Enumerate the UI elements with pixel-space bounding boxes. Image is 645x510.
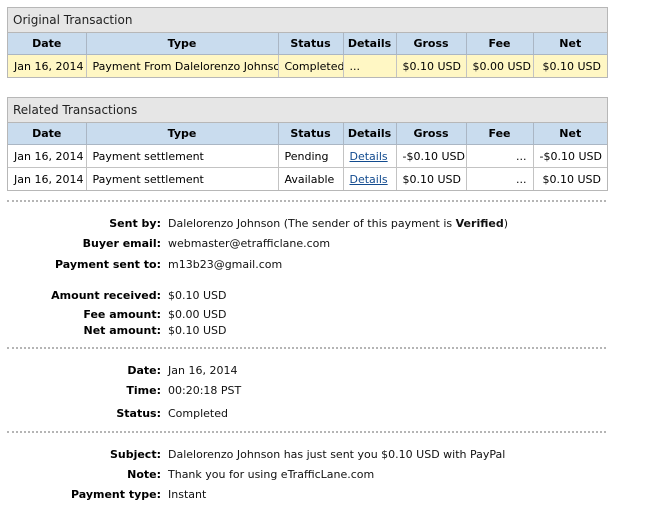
dotted-divider [7, 431, 606, 433]
cell-net: $0.10 USD [533, 54, 607, 77]
cell-date: Jan 16, 2014 [8, 54, 87, 77]
table-row: Jan 16, 2014 Payment settlement Availabl… [8, 167, 607, 190]
col-header-date: Date [8, 33, 87, 55]
table-row: Jan 16, 2014 Payment settlement Pending … [8, 144, 607, 168]
payment-sent-to-value: m13b23@gmail.com [168, 258, 283, 271]
verified-status: Verified [455, 217, 504, 230]
cell-type: Payment From Dalelorenzo Johnson [86, 54, 279, 77]
status-label: Status: [116, 407, 161, 420]
cell-fee: ... [466, 167, 534, 190]
fee-amount-label: Fee amount: [83, 308, 161, 321]
subject-label: Subject: [109, 448, 161, 461]
sender-note-suffix: ) [503, 217, 508, 230]
details-link[interactable]: Details [350, 173, 388, 186]
col-header-details: Details [343, 123, 397, 145]
cell-fee: ... [466, 144, 534, 168]
col-header-gross: Gross [396, 123, 467, 145]
related-transactions-title: Related Transactions [8, 98, 607, 123]
original-transaction-table: Date Type Status Details Gross Fee Net J… [8, 33, 607, 77]
payment-sent-to-row: Payment sent to: m13b23@gmail.com [0, 257, 645, 273]
fee-amount-row: Fee amount: $0.00 USD [0, 307, 645, 323]
related-transactions-table: Date Type Status Details Gross Fee Net J… [8, 123, 607, 190]
net-amount-label: Net amount: [83, 324, 161, 337]
time-label: Time: [126, 384, 161, 397]
payment-sent-to-label: Payment sent to: [54, 258, 161, 271]
original-transaction-title: Original Transaction [8, 8, 607, 33]
net-amount-row: Net amount: $0.10 USD [0, 323, 645, 339]
col-header-net: Net [533, 33, 607, 55]
cell-net: $0.10 USD [542, 172, 602, 186]
table-header-row: Date Type Status Details Gross Fee Net [8, 123, 607, 145]
note-row: Note: Thank you for using eTrafficLane.c… [0, 467, 645, 483]
sent-by-value: Dalelorenzo Johnson (The sender of this … [168, 216, 508, 232]
col-header-net: Net [533, 123, 607, 145]
note-label: Note: [127, 468, 161, 481]
amount-received-row: Amount received: $0.10 USD [0, 288, 645, 304]
buyer-email-value: webmaster@etrafficlane.com [168, 237, 331, 250]
col-header-date: Date [8, 123, 87, 145]
cell-type: Payment settlement [86, 144, 279, 168]
col-header-fee: Fee [466, 33, 534, 55]
cell-details: ... [343, 54, 397, 77]
date-label: Date: [127, 364, 161, 377]
col-header-details: Details [343, 33, 397, 55]
col-header-status: Status [278, 33, 344, 55]
sender-name: Dalelorenzo Johnson [168, 217, 281, 230]
cell-net: -$0.10 USD [533, 144, 607, 168]
amount-received-label: Amount received: [51, 289, 161, 302]
col-header-type: Type [86, 123, 279, 145]
payment-type-label: Payment type: [70, 488, 161, 501]
dotted-divider [7, 347, 606, 349]
time-value: 00:20:18 PST [168, 384, 242, 397]
cell-status: Completed [278, 54, 344, 77]
table-row: Jan 16, 2014 Payment From Dalelorenzo Jo… [8, 54, 607, 77]
buyer-email-label: Buyer email: [82, 237, 161, 250]
col-header-gross: Gross [396, 33, 467, 55]
cell-type: Payment settlement [86, 167, 279, 190]
sent-by-row: Sent by: Dalelorenzo Johnson (The sender… [0, 216, 645, 232]
status-value: Completed [168, 407, 228, 420]
note-value: Thank you for using eTrafficLane.com [168, 468, 375, 481]
dotted-divider [7, 200, 606, 202]
cell-gross: $0.10 USD [396, 54, 467, 77]
subject-value: Dalelorenzo Johnson has just sent you $0… [168, 448, 506, 461]
status-row: Status: Completed [0, 406, 645, 422]
cell-status: Available [278, 167, 344, 190]
cell-date: Jan 16, 2014 [8, 167, 87, 190]
related-transactions-panel: Related Transactions Date Type Status De… [7, 97, 608, 191]
fee-amount-value: $0.00 USD [168, 308, 227, 321]
col-header-fee: Fee [466, 123, 534, 145]
sender-note-prefix: (The sender of this payment is [280, 217, 456, 230]
cell-fee: $0.00 USD [466, 54, 534, 77]
time-row: Time: 00:20:18 PST [0, 383, 645, 399]
details-link[interactable]: Details [350, 150, 388, 163]
amount-received-value: $0.10 USD [168, 289, 227, 302]
cell-date: Jan 16, 2014 [8, 144, 87, 168]
col-header-status: Status [278, 123, 344, 145]
payment-type-row: Payment type: Instant [0, 487, 645, 503]
subject-row: Subject: Dalelorenzo Johnson has just se… [0, 447, 645, 463]
sent-by-label: Sent by: [109, 217, 161, 230]
payment-type-value: Instant [168, 488, 207, 501]
date-value: Jan 16, 2014 [168, 364, 238, 377]
buyer-email-row: Buyer email: webmaster@etrafficlane.com [0, 236, 645, 252]
col-header-type: Type [86, 33, 279, 55]
table-header-row: Date Type Status Details Gross Fee Net [8, 33, 607, 55]
cell-gross: -$0.10 USD [396, 144, 467, 168]
date-row: Date: Jan 16, 2014 [0, 363, 645, 379]
cell-gross: $0.10 USD [396, 167, 467, 190]
original-transaction-panel: Original Transaction Date Type Status De… [7, 7, 608, 78]
net-amount-value: $0.10 USD [168, 324, 227, 337]
cell-status: Pending [278, 144, 344, 168]
